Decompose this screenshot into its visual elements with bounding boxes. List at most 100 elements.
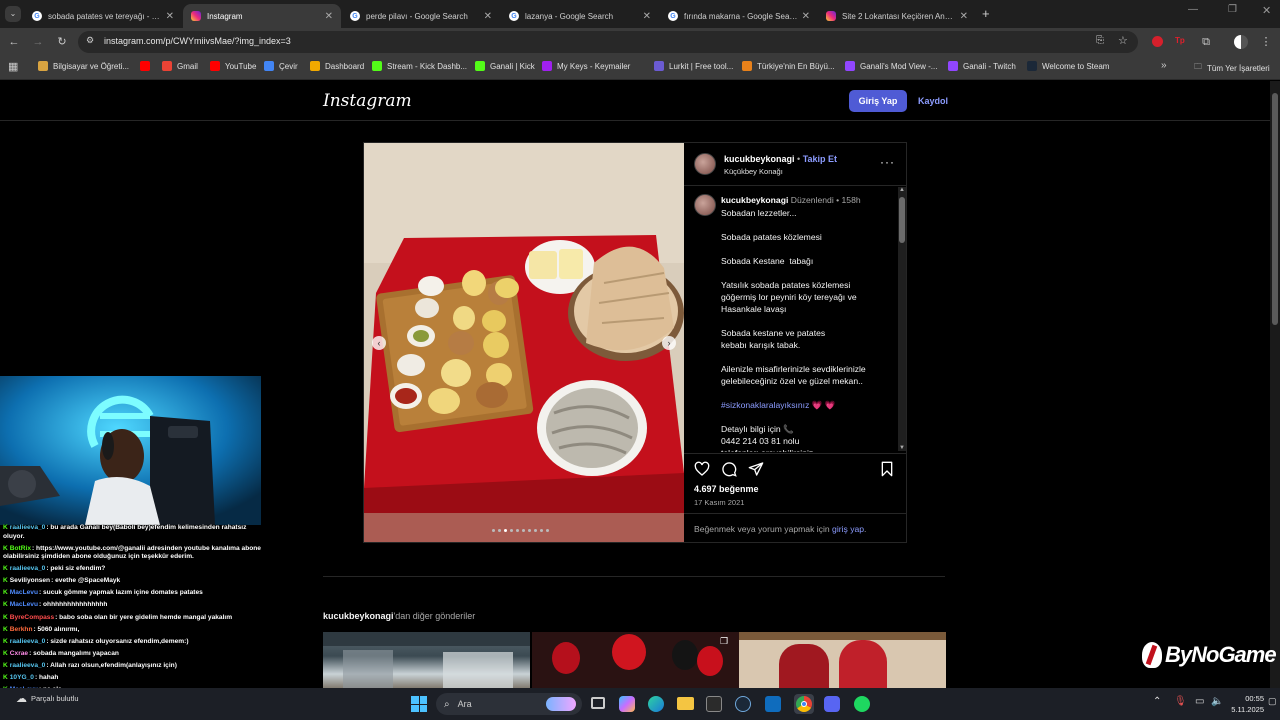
browser-tab[interactable]: Site 2 Lokantası Keçiören Ankara ✕ — [818, 4, 976, 28]
bookmark-item[interactable]: Gmail — [162, 61, 198, 71]
start-button[interactable] — [411, 696, 427, 712]
signup-link[interactable]: Kaydol — [918, 96, 948, 106]
notification-icon[interactable]: ▢ — [1268, 696, 1277, 707]
caption-username[interactable]: kucukbeykonagi — [721, 195, 788, 205]
menu-kebab-icon[interactable]: ⋮ — [1258, 34, 1274, 50]
bookmark-item[interactable]: Lurkit | Free tool... — [654, 61, 733, 71]
carousel-next-button[interactable]: › — [662, 336, 676, 350]
minimize-button[interactable]: — — [1188, 4, 1198, 15]
chat-username[interactable]: Seviliyonsen — [10, 577, 50, 584]
chat-username[interactable]: Berkhn — [10, 626, 33, 633]
taskbar-search-box[interactable]: ⌕ Ara — [436, 693, 582, 715]
extensions-puzzle-icon[interactable]: ⧉ — [1198, 34, 1214, 50]
close-tab-icon[interactable]: ✕ — [643, 11, 651, 22]
tray-chevron-icon[interactable]: ⌃ — [1153, 696, 1161, 707]
bookmark-item[interactable]: Dashboard — [310, 61, 364, 71]
chrome-icon[interactable] — [794, 694, 814, 714]
store-icon[interactable] — [706, 696, 722, 712]
more-options-icon[interactable]: ··· — [880, 155, 895, 169]
page-scrollbar[interactable] — [1270, 81, 1280, 688]
chat-username[interactable]: ByreCompass — [10, 614, 54, 621]
more-post-thumbnail[interactable] — [739, 632, 946, 692]
hashtag-link[interactable]: #sizkonaklaralayıksınız 💗 💗 — [721, 399, 896, 411]
close-tab-icon[interactable]: ✕ — [166, 11, 174, 22]
clock[interactable]: 00:55 5.11.2025 — [1228, 693, 1264, 715]
forward-arrow-icon[interactable]: → — [30, 34, 46, 50]
carousel-prev-button[interactable]: ‹ — [372, 336, 386, 350]
close-tab-icon[interactable]: ✕ — [802, 11, 810, 22]
close-window-button[interactable]: ✕ — [1262, 4, 1271, 17]
chat-username[interactable]: raalieeva_0 — [10, 638, 46, 645]
browser-tab[interactable]: Glazanya - Google Search ✕ — [501, 4, 659, 28]
discord-icon[interactable] — [824, 696, 840, 712]
chat-username[interactable]: raalieeva_0 — [10, 565, 46, 572]
tab-search-button[interactable]: ⌄ — [5, 6, 21, 22]
bookmark-item[interactable]: Ganali's Mod View -... — [845, 61, 937, 71]
file-explorer-icon[interactable] — [677, 697, 694, 710]
bookmark-item[interactable]: My Keys - Keymailer — [542, 61, 630, 71]
bookmark-item[interactable]: YouTube — [210, 61, 256, 71]
bookmark-item[interactable] — [140, 61, 155, 71]
reload-icon[interactable]: ↻ — [54, 34, 70, 50]
edge-icon[interactable] — [648, 696, 664, 712]
volume-icon[interactable]: 🔈 — [1211, 696, 1223, 707]
bookmark-item[interactable]: Bilgisayar ve Öğreti... — [38, 61, 129, 71]
close-tab-icon[interactable]: ✕ — [484, 11, 492, 22]
install-app-icon[interactable]: ⎘ — [1096, 35, 1104, 46]
author-avatar[interactable] — [694, 153, 716, 175]
chat-username[interactable]: MacLevu — [10, 601, 38, 608]
chat-username[interactable]: raalieeva_0 — [10, 662, 46, 669]
save-bookmark-icon[interactable] — [880, 461, 894, 482]
chat-username[interactable]: BotRix — [10, 545, 31, 552]
author-username[interactable]: kucukbeykonagi — [724, 154, 795, 164]
chat-username[interactable]: MacLevu — [10, 589, 38, 596]
likes-count[interactable]: 4.697 beğenme — [694, 484, 759, 494]
bookmark-item[interactable]: Ganali | Kick — [475, 61, 535, 71]
bookmark-item[interactable]: Türkiye'nin En Büyü... — [742, 61, 835, 71]
browser-tab[interactable]: Gperde pilavı - Google Search ✕ — [342, 4, 500, 28]
more-post-thumbnail[interactable]: ❐ — [532, 632, 739, 692]
location-link[interactable]: Küçükbey Konağı — [724, 167, 783, 176]
address-bar[interactable]: ⚙ instagram.com/p/CWYmiivsMae/?img_index… — [78, 31, 1138, 53]
chat-username[interactable]: 10YG_0 — [10, 674, 34, 681]
login-button[interactable]: Giriş Yap — [849, 90, 907, 112]
copilot-icon[interactable] — [619, 696, 635, 712]
bookmark-item[interactable]: Stream - Kick Dashb... — [372, 61, 467, 71]
profile-avatar[interactable] — [1234, 35, 1248, 49]
post-date[interactable]: 17 Kasım 2021 — [694, 498, 744, 507]
steam-icon[interactable] — [735, 696, 751, 712]
login-prompt-link[interactable]: giriş yap — [832, 524, 864, 534]
caption-author-avatar[interactable] — [694, 194, 716, 216]
task-view-icon[interactable] — [591, 697, 605, 709]
bookmark-star-icon[interactable]: ☆ — [1118, 34, 1128, 47]
more-posts-username[interactable]: kucukbeykonagi — [323, 611, 394, 621]
chat-username[interactable]: Cxrae — [10, 650, 28, 657]
instagram-logo[interactable]: Instagram — [323, 91, 412, 111]
extension-red-icon[interactable] — [1152, 36, 1163, 47]
apps-grid-icon[interactable]: ▦ — [8, 60, 18, 73]
follow-button[interactable]: Takip Et — [803, 154, 837, 164]
chat-username[interactable]: raalieeva_0 — [10, 524, 46, 531]
bookmark-item[interactable]: Çevir — [264, 61, 298, 71]
caption-scroll-area[interactable]: Sobadan lezzetler... Sobada patates közle… — [721, 207, 896, 452]
weather-widget[interactable]: ☁ Parçalı bulutlu — [16, 692, 79, 705]
close-tab-icon[interactable]: ✕ — [960, 11, 968, 22]
more-post-thumbnail[interactable] — [323, 632, 530, 692]
like-heart-icon[interactable] — [694, 461, 710, 482]
all-bookmarks-folder[interactable]: 🗀 Tüm Yer İşaretleri — [1194, 61, 1270, 75]
more-bookmarks-icon[interactable]: » — [1161, 60, 1167, 71]
browser-tab[interactable]: Instagram ✕ — [183, 4, 341, 28]
outlook-icon[interactable] — [765, 696, 781, 712]
caption-scrollbar[interactable]: ▲ ▼ — [898, 187, 906, 451]
browser-tab[interactable]: Gsobada patates ve tereyağı - Go ✕ — [24, 4, 182, 28]
extension-tp-icon[interactable]: Tp — [1175, 36, 1185, 45]
site-info-icon[interactable]: ⚙ — [86, 35, 94, 46]
bookmark-item[interactable]: Ganali - Twitch — [948, 61, 1016, 71]
browser-tab[interactable]: Gfırında makarna - Google Search ✕ — [660, 4, 818, 28]
close-tab-icon[interactable]: ✕ — [325, 11, 333, 22]
share-paper-plane-icon[interactable] — [748, 461, 764, 482]
network-icon[interactable]: ▭ — [1195, 696, 1204, 707]
spotify-icon[interactable] — [854, 696, 870, 712]
new-tab-button[interactable]: + — [982, 6, 990, 21]
microphone-icon[interactable]: 🎙 — [1174, 696, 1187, 707]
